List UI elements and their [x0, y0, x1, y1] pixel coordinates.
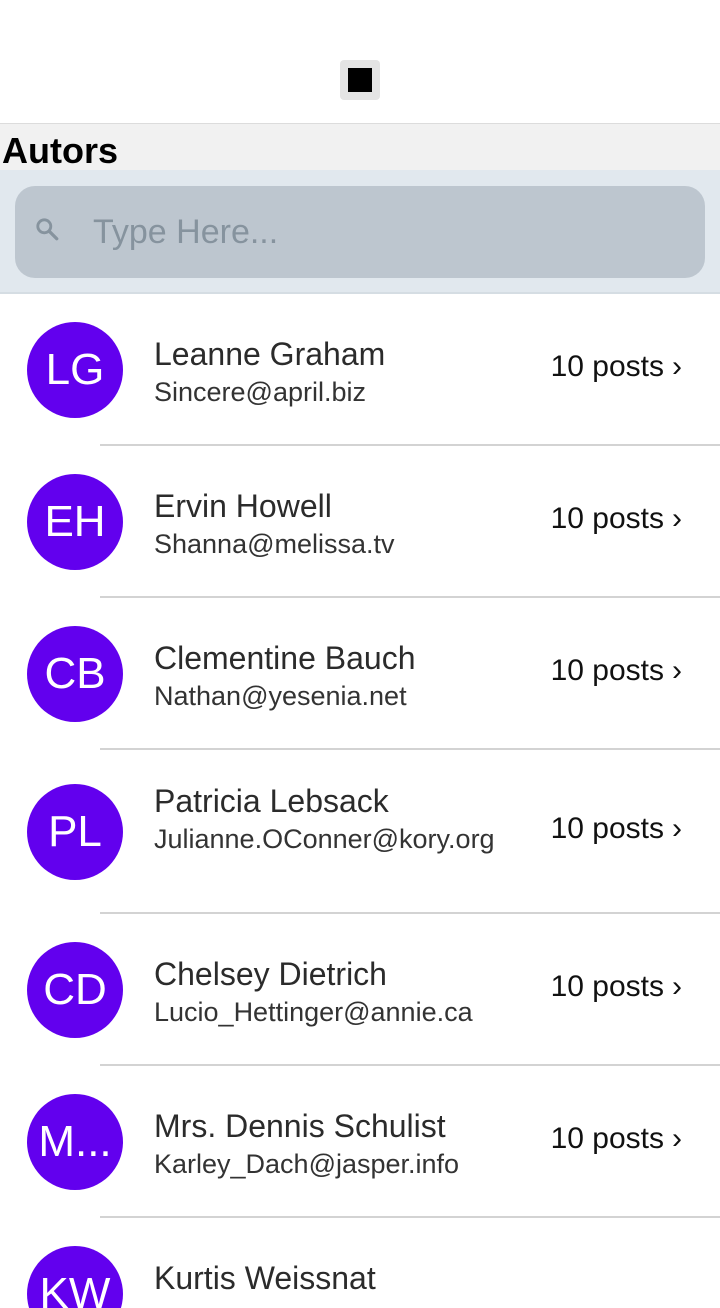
search-bar	[0, 170, 720, 294]
posts-count: 10 posts ›	[551, 350, 682, 384]
author-row[interactable]: EH Ervin Howell Shanna@melissa.tv 10 pos…	[0, 446, 720, 598]
avatar: CB	[27, 626, 123, 722]
author-email: Sincere@april.biz	[154, 377, 366, 407]
author-email: Lucio_Hettinger@annie.ca	[154, 997, 473, 1027]
author-email: Karley_Dach@jasper.info	[154, 1149, 460, 1179]
stop-icon[interactable]	[340, 60, 380, 100]
avatar: KW	[27, 1246, 123, 1308]
section-header: Autors	[0, 124, 720, 171]
author-row[interactable]: PL Patricia Lebsack Julianne.OConner@kor…	[0, 750, 720, 914]
top-bar	[0, 0, 720, 124]
avatar: EH	[27, 474, 123, 570]
chevron-right-icon: ›	[672, 1122, 682, 1155]
author-name: Leanne Graham	[154, 336, 386, 372]
author-row[interactable]: LG Leanne Graham Sincere@april.biz 10 po…	[0, 294, 720, 446]
author-email: Julianne.OConner@kory.org	[154, 824, 495, 854]
avatar: M...	[27, 1094, 123, 1190]
posts-count: 10 posts ›	[551, 1122, 682, 1156]
author-name: Kurtis Weissnat	[154, 1260, 376, 1296]
posts-label: 10 posts	[550, 1122, 664, 1155]
posts-label: 10 posts	[550, 812, 664, 845]
chevron-right-icon: ›	[672, 970, 682, 1003]
author-name: Chelsey Dietrich	[154, 956, 387, 992]
avatar: PL	[27, 784, 123, 880]
chevron-right-icon: ›	[672, 812, 682, 845]
author-row[interactable]: M... Mrs. Dennis Schulist Karley_Dach@ja…	[0, 1066, 720, 1218]
chevron-right-icon: ›	[672, 350, 682, 383]
author-row[interactable]: KW Kurtis Weissnat	[0, 1218, 720, 1308]
author-email: Nathan@yesenia.net	[154, 681, 407, 711]
author-name: Mrs. Dennis Schulist	[154, 1108, 446, 1144]
posts-label: 10 posts	[550, 970, 664, 1003]
posts-count: 10 posts ›	[551, 812, 682, 846]
author-row[interactable]: CB Clementine Bauch Nathan@yesenia.net 1…	[0, 598, 720, 750]
author-row[interactable]: CD Chelsey Dietrich Lucio_Hettinger@anni…	[0, 914, 720, 1066]
posts-label: 10 posts	[550, 350, 664, 383]
authors-list: LG Leanne Graham Sincere@april.biz 10 po…	[0, 294, 720, 1308]
author-name: Clementine Bauch	[154, 640, 416, 676]
search-input[interactable]	[78, 186, 678, 278]
author-email: Shanna@melissa.tv	[154, 529, 395, 559]
posts-label: 10 posts	[550, 502, 664, 535]
search-icon	[36, 218, 59, 241]
chevron-right-icon: ›	[672, 654, 682, 687]
posts-label: 10 posts	[550, 654, 664, 687]
posts-count: 10 posts ›	[551, 654, 682, 688]
section-title: Autors	[2, 130, 118, 171]
posts-count: 10 posts ›	[551, 502, 682, 536]
chevron-right-icon: ›	[672, 502, 682, 535]
author-name: Patricia Lebsack	[154, 783, 389, 819]
posts-count: 10 posts ›	[551, 970, 682, 1004]
avatar: CD	[27, 942, 123, 1038]
avatar: LG	[27, 322, 123, 418]
author-name: Ervin Howell	[154, 488, 332, 524]
